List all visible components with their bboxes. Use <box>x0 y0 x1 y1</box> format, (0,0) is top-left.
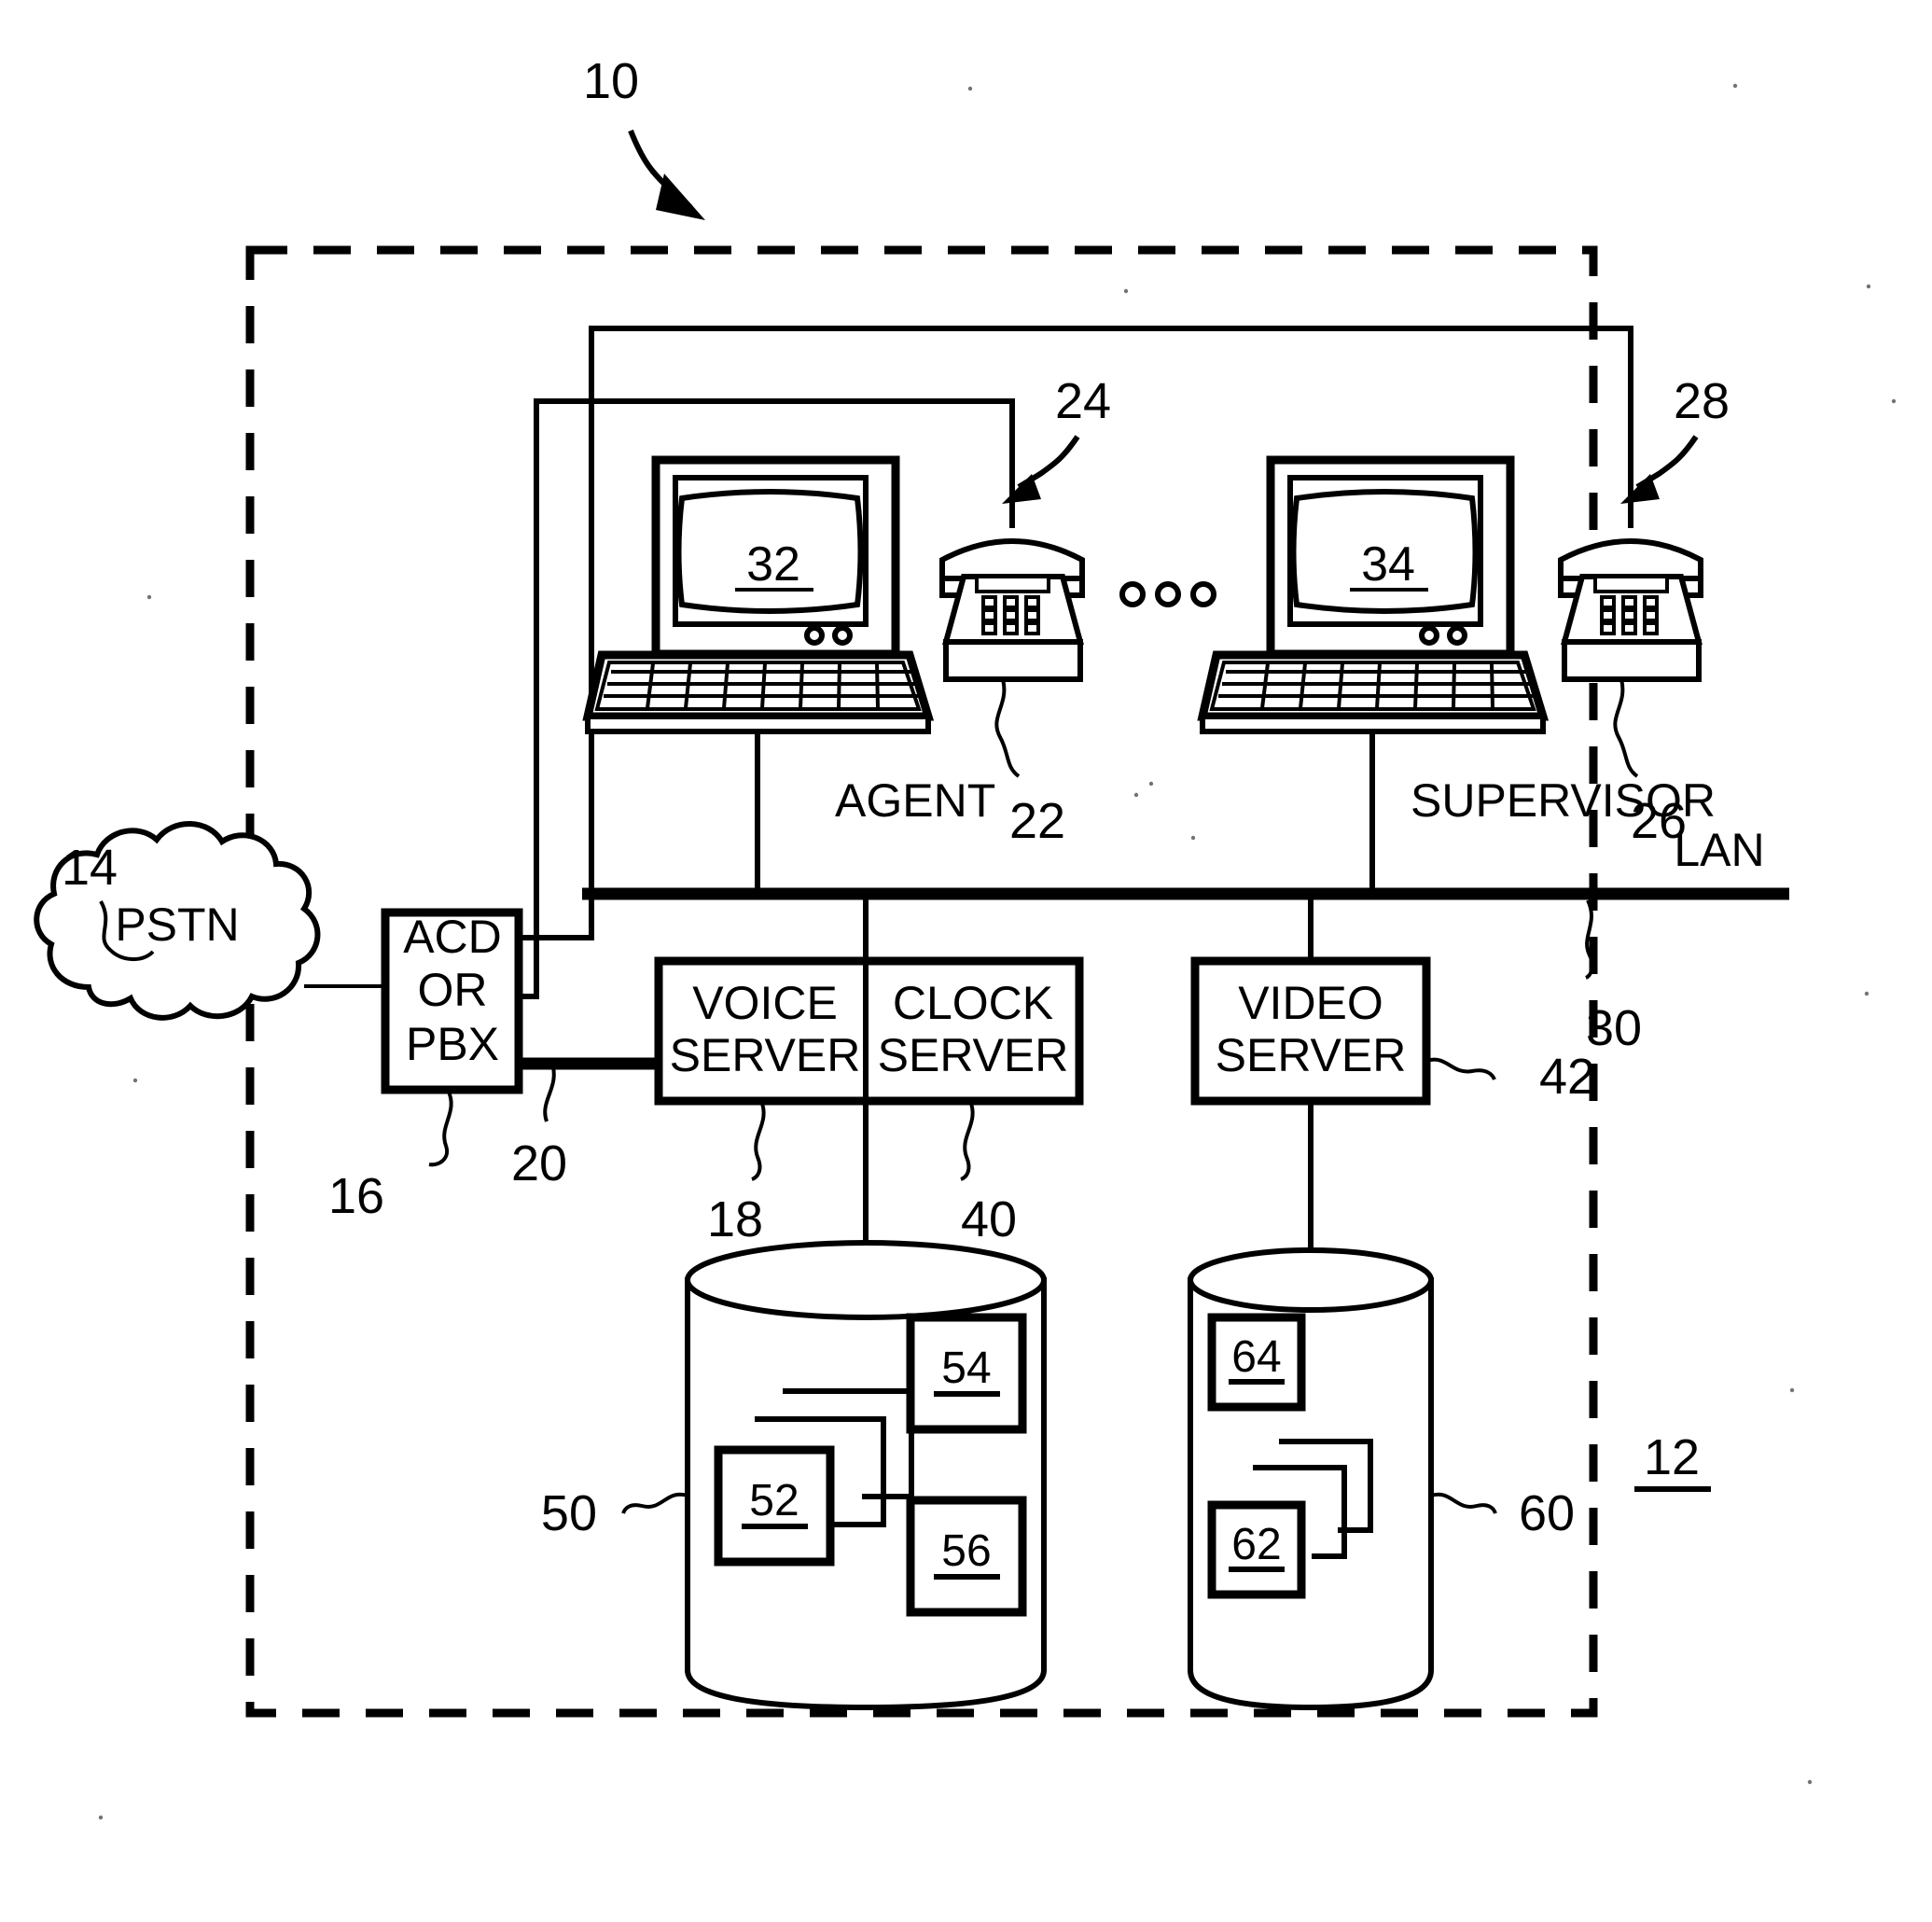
video-server-line2: SERVER <box>1216 1029 1407 1081</box>
patent-figure-canvas: 10 PSTN 14 ACD OR PBX 16 20 LAN 30 32 AG… <box>0 0 1932 1922</box>
ref-20-label: 20 <box>511 1135 567 1191</box>
agent-screen-ref: 32 <box>746 537 800 592</box>
supervisor-keyboard-front <box>1200 714 1546 734</box>
video-server-line1: VIDEO <box>1238 977 1383 1029</box>
supervisor-led-power <box>1419 625 1439 646</box>
ref-50-leader <box>621 1492 688 1514</box>
ref-14-label: 14 <box>62 840 118 896</box>
ref-12-label: 12 <box>1644 1429 1700 1485</box>
clock-server-line2: SERVER <box>878 1029 1069 1081</box>
agent-led-power <box>804 625 825 646</box>
ref-60-leader <box>1430 1492 1497 1514</box>
supervisor-phone-handset <box>1558 538 1703 581</box>
agent-phone-handset <box>939 538 1085 581</box>
ref-40-label: 40 <box>961 1191 1017 1247</box>
agent-phone-keypad <box>981 595 1040 635</box>
ref-42-leader <box>1425 1057 1496 1080</box>
video-db-top <box>1188 1247 1434 1313</box>
ref-18-leader <box>751 1100 766 1181</box>
ref-22-leader <box>994 678 1021 778</box>
voice-database-cylinder: 52 54 56 <box>685 1240 1047 1711</box>
lan-label: LAN <box>1674 824 1764 876</box>
video-server-node: VIDEO SERVER <box>1190 956 1431 1106</box>
ref-28-label: 28 <box>1674 373 1730 429</box>
diagram-svg: 10 PSTN 14 ACD OR PBX 16 20 LAN 30 32 AG… <box>34 53 1897 1820</box>
ref-42-label: 42 <box>1539 1049 1595 1105</box>
agent-workstation: 32 AGENT <box>582 455 995 894</box>
agent-keyboard-front <box>585 714 931 734</box>
agent-phone-base <box>943 639 1083 682</box>
voice-clock-server-node: VOICE SERVER CLOCK SERVER <box>654 956 1084 1106</box>
supervisor-phone-keypad <box>1600 595 1659 635</box>
ref-26-leader <box>1613 678 1639 778</box>
supervisor-telephone <box>1558 538 1703 682</box>
ref-60-label: 60 <box>1519 1485 1575 1541</box>
supervisor-led-status <box>1447 625 1467 646</box>
voice-server-line1: VOICE <box>692 977 838 1029</box>
ref-50-label: 50 <box>541 1485 597 1541</box>
ref-26-label: 26 <box>1631 793 1687 849</box>
agent-label: AGENT <box>835 774 995 827</box>
agent-led-status <box>832 625 853 646</box>
ref-22-label: 22 <box>1009 793 1065 849</box>
clock-server-line1: CLOCK <box>893 977 1053 1029</box>
video-record-64-label: 64 <box>1231 1332 1281 1382</box>
voice-record-56-label: 56 <box>941 1526 991 1576</box>
acd-pbx-line3: PBX <box>406 1018 499 1070</box>
voice-record-54-label: 54 <box>941 1344 991 1393</box>
video-record-62-label: 62 <box>1231 1520 1281 1569</box>
voice-server-line2: SERVER <box>670 1029 861 1081</box>
supervisor-phone-base <box>1562 639 1702 682</box>
pstn-label: PSTN <box>115 898 239 951</box>
station-ellipsis <box>1119 581 1216 607</box>
ref-16-leader <box>428 1089 453 1167</box>
voice-db-top <box>685 1240 1047 1320</box>
ref-40-leader <box>960 1100 975 1181</box>
agent-telephone <box>939 538 1085 682</box>
voice-record-52-label: 52 <box>749 1476 799 1525</box>
acd-pbx-line1: ACD <box>403 911 502 963</box>
video-database-cylinder: 64 62 <box>1188 1247 1434 1711</box>
ref-16-label: 16 <box>328 1168 384 1224</box>
acd-pbx-node: ACD OR PBX <box>381 908 523 1094</box>
ref-20-leader <box>543 1063 556 1122</box>
supervisor-phone-cradle <box>1593 575 1669 593</box>
agent-phone-cradle <box>975 575 1050 593</box>
ref-10-arrowhead <box>656 174 705 220</box>
acd-pbx-line2: OR <box>418 964 488 1016</box>
ref-10-label: 10 <box>583 53 639 109</box>
ref-24-label: 24 <box>1055 373 1111 429</box>
ref-18-label: 18 <box>707 1191 763 1247</box>
ref-30-label: 30 <box>1586 1000 1642 1056</box>
supervisor-screen-ref: 34 <box>1361 537 1415 592</box>
